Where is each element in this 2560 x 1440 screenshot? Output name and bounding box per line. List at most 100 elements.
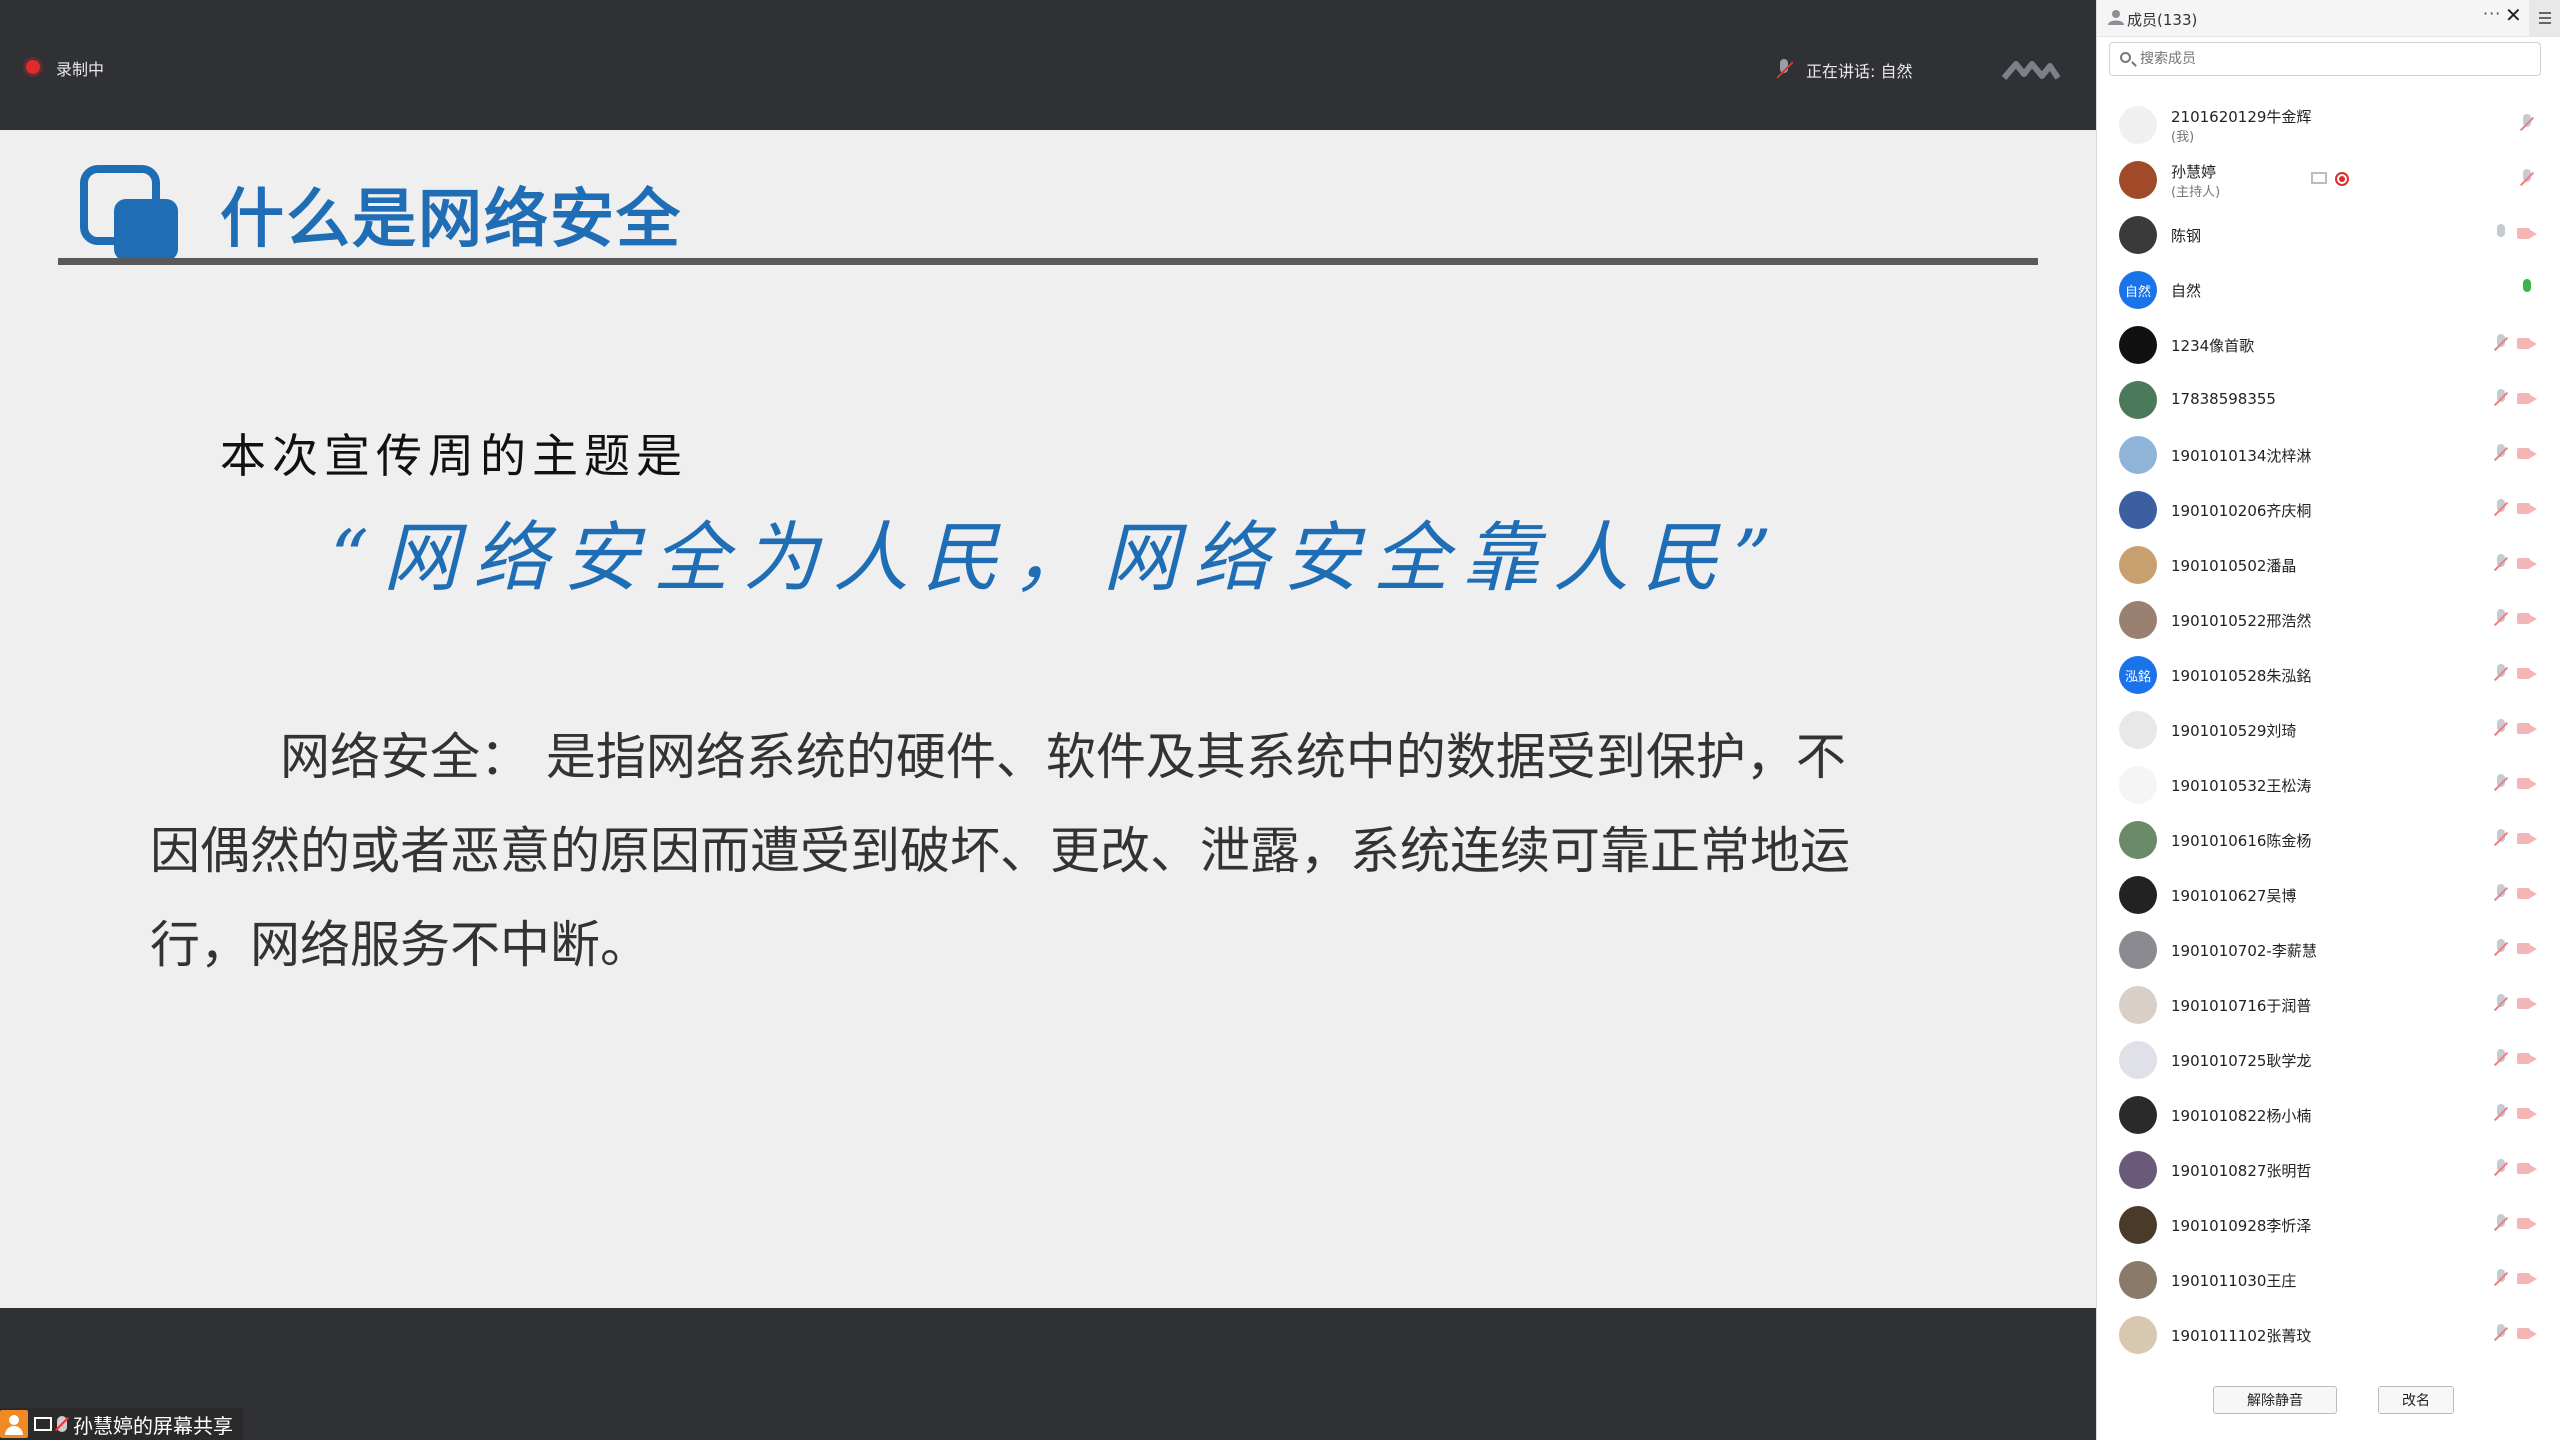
member-row[interactable]: 自然 自然 — [2097, 261, 2560, 316]
member-role: (我) — [2171, 130, 2195, 145]
speaking-indicator: 正在讲话: 自然 — [1776, 52, 1912, 88]
camera-off-icon[interactable] — [2517, 1327, 2537, 1341]
muted-mic-icon[interactable] — [2495, 884, 2507, 904]
camera-off-icon[interactable] — [2517, 997, 2537, 1011]
member-search-input[interactable] — [2138, 50, 2522, 68]
camera-off-icon[interactable] — [2517, 227, 2537, 241]
member-name: 1901010532王松涛 — [2171, 777, 2312, 795]
camera-off-icon[interactable] — [2517, 1162, 2537, 1176]
muted-mic-icon[interactable] — [2495, 719, 2507, 739]
screen-share-icon — [34, 1417, 52, 1431]
member-row[interactable]: 1901010522邢浩然 — [2097, 591, 2560, 646]
title-divider — [58, 258, 2038, 265]
muted-mic-icon[interactable] — [2495, 1214, 2507, 1234]
muted-mic-icon[interactable] — [2495, 499, 2507, 519]
member-name: 1901010529刘琦 — [2171, 722, 2297, 740]
muted-mic-icon[interactable] — [2495, 994, 2507, 1014]
camera-off-icon[interactable] — [2517, 942, 2537, 956]
more-options-button[interactable]: ··· — [2483, 4, 2501, 23]
member-row[interactable]: 1901011030王庄 — [2097, 1251, 2560, 1306]
camera-off-icon[interactable] — [2517, 337, 2537, 351]
avatar — [2119, 216, 2157, 254]
screen-share-icon[interactable] — [2311, 172, 2327, 184]
member-row[interactable]: 2101620129牛金辉 (我) — [2097, 96, 2560, 151]
panel-menu-button[interactable] — [2529, 0, 2560, 36]
theme-quote-text: “网络安全为人民，网络安全靠人民” — [330, 513, 1786, 602]
member-row[interactable]: 1901010627吴博 — [2097, 866, 2560, 921]
member-row[interactable]: 泓銘 1901010528朱泓銘 — [2097, 646, 2560, 701]
muted-mic-icon[interactable] — [2495, 829, 2507, 849]
member-name: 1901010716于润普 — [2171, 997, 2312, 1015]
muted-mic-icon[interactable] — [2495, 334, 2507, 354]
camera-off-icon[interactable] — [2517, 832, 2537, 846]
camera-off-icon[interactable] — [2517, 1052, 2537, 1066]
muted-mic-icon[interactable] — [2495, 389, 2507, 409]
camera-off-icon[interactable] — [2517, 502, 2537, 516]
avatar — [2119, 601, 2157, 639]
muted-mic-icon[interactable] — [2495, 554, 2507, 574]
avatar — [2119, 1096, 2157, 1134]
avatar — [2119, 546, 2157, 584]
member-name: 1901010522邢浩然 — [2171, 612, 2312, 630]
muted-mic-icon[interactable] — [2495, 664, 2507, 684]
member-row[interactable]: 1901010702-李薪慧 — [2097, 921, 2560, 976]
search-icon — [2120, 52, 2131, 63]
camera-off-icon[interactable] — [2517, 667, 2537, 681]
camera-off-icon[interactable] — [2517, 447, 2537, 461]
muted-mic-icon[interactable] — [2521, 169, 2533, 189]
muted-mic-icon[interactable] — [2495, 444, 2507, 464]
unmute-button[interactable]: 解除静音 — [2213, 1386, 2337, 1414]
menu-icon — [2539, 12, 2551, 14]
member-row[interactable]: 1901010822杨小楠 — [2097, 1086, 2560, 1141]
active-mic-icon[interactable] — [2521, 279, 2533, 299]
muted-mic-icon[interactable] — [2495, 939, 2507, 959]
avatar — [2119, 1261, 2157, 1299]
rename-button[interactable]: 改名 — [2378, 1386, 2454, 1414]
member-row[interactable]: 1901010725耿学龙 — [2097, 1031, 2560, 1086]
muted-mic-icon[interactable] — [2495, 1324, 2507, 1344]
member-name: 孙慧婷 — [2171, 163, 2217, 181]
mic-icon[interactable] — [2495, 224, 2507, 244]
member-row[interactable]: 1901010529刘琦 — [2097, 701, 2560, 756]
camera-off-icon[interactable] — [2517, 777, 2537, 791]
menu-icon-line — [2539, 17, 2551, 19]
muted-mic-icon[interactable] — [2495, 1269, 2507, 1289]
members-icon — [2108, 10, 2124, 25]
member-row[interactable]: 1901010532王松涛 — [2097, 756, 2560, 811]
camera-off-icon[interactable] — [2517, 1217, 2537, 1231]
member-row[interactable]: 1901010928李忻泽 — [2097, 1196, 2560, 1251]
muted-mic-icon[interactable] — [2521, 114, 2533, 134]
member-row[interactable]: 1234像首歌 — [2097, 316, 2560, 371]
camera-off-icon[interactable] — [2517, 887, 2537, 901]
member-search-box[interactable] — [2109, 42, 2541, 76]
member-name: 1901010528朱泓銘 — [2171, 667, 2312, 685]
camera-off-icon[interactable] — [2517, 612, 2537, 626]
member-row[interactable]: 1901011102张菁玟 — [2097, 1306, 2560, 1361]
member-list[interactable]: 2101620129牛金辉 (我) 孙慧婷 (主持人) 陈钢 自然 自然 1234像首歌 178… — [2097, 96, 2560, 1361]
member-row[interactable]: 孙慧婷 (主持人) — [2097, 151, 2560, 206]
member-row[interactable]: 1901010134沈梓淋 — [2097, 426, 2560, 481]
camera-off-icon[interactable] — [2517, 557, 2537, 571]
camera-off-icon[interactable] — [2517, 392, 2537, 406]
close-panel-button[interactable]: ✕ — [2505, 3, 2522, 27]
members-panel-footer: 解除静音 改名 — [2097, 1370, 2560, 1440]
member-row[interactable]: 17838598355 — [2097, 371, 2560, 426]
member-row[interactable]: 1901010206齐庆桐 — [2097, 481, 2560, 536]
muted-mic-icon[interactable] — [2495, 1159, 2507, 1179]
app-logo-icon — [2002, 61, 2060, 80]
member-name: 17838598355 — [2171, 390, 2276, 408]
member-row[interactable]: 陈钢 — [2097, 206, 2560, 261]
member-row[interactable]: 1901010616陈金杨 — [2097, 811, 2560, 866]
member-row[interactable]: 1901010827张明哲 — [2097, 1141, 2560, 1196]
meeting-stage: 录制中 正在讲话: 自然 什么是网络安全 本次宣传周的主题是 “网络安全为人民，… — [0, 0, 2096, 1440]
member-row[interactable]: 1901010502潘晶 — [2097, 536, 2560, 591]
recording-icon[interactable] — [2335, 172, 2349, 186]
muted-mic-icon[interactable] — [2495, 1104, 2507, 1124]
muted-mic-icon[interactable] — [2495, 774, 2507, 794]
member-row[interactable]: 1901010716于润普 — [2097, 976, 2560, 1031]
camera-off-icon[interactable] — [2517, 1107, 2537, 1121]
muted-mic-icon[interactable] — [2495, 1049, 2507, 1069]
muted-mic-icon[interactable] — [2495, 609, 2507, 629]
camera-off-icon[interactable] — [2517, 1272, 2537, 1286]
camera-off-icon[interactable] — [2517, 722, 2537, 736]
